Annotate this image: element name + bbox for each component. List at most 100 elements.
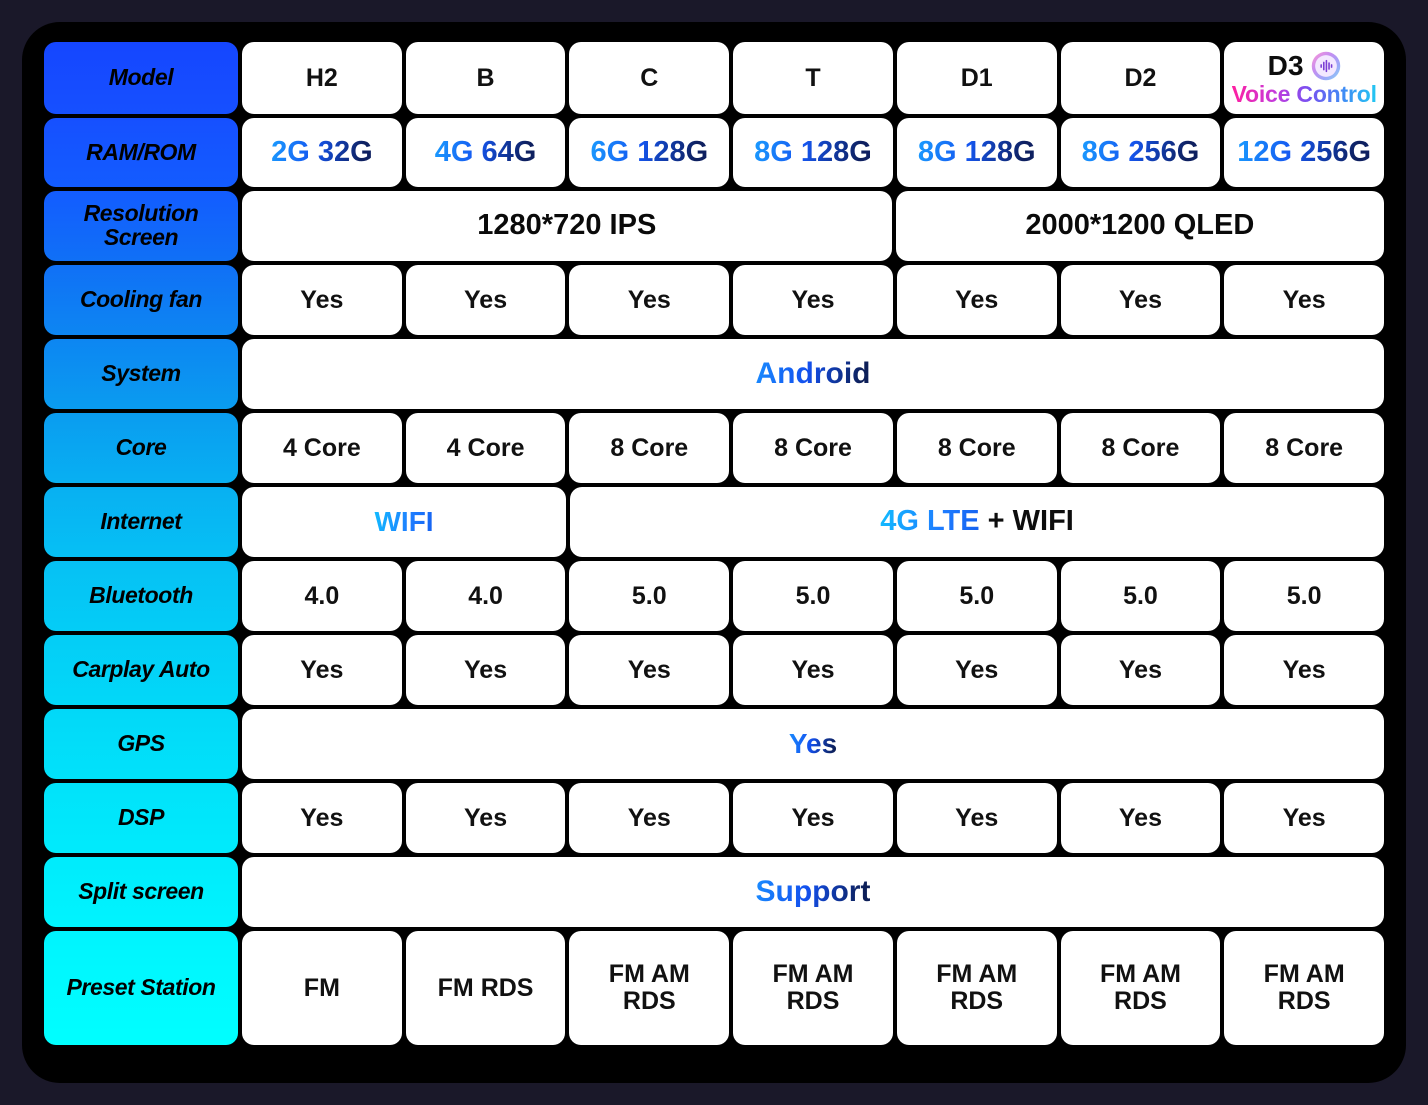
cell-ram-rom-4: 8G 128G xyxy=(896,118,1057,187)
cell-text: 5.0 xyxy=(795,581,831,610)
cell-cooling-fan-2: Yes xyxy=(569,265,730,335)
cell-text: Yes xyxy=(955,285,999,314)
cell-text: 8G 128G xyxy=(754,135,872,168)
cell-text: FM RDS xyxy=(437,973,534,1002)
cell-text: 2G 32G xyxy=(271,135,373,168)
cell-line-1: FM AM xyxy=(936,960,1018,988)
cell-text: 4 Core xyxy=(446,433,525,462)
cell-internet-1: 4G LTE + WIFI xyxy=(570,487,1384,557)
table-row: Preset Station FM FM RDS FM AM RDS FM AM RDS FM… xyxy=(44,931,1385,1045)
table-row: RAM/ROM 2G 32G 4G 64G 6G 128G 8G 128G 8G 128G… xyxy=(44,118,1385,187)
cell-text: Yes xyxy=(1118,803,1162,832)
cell-text: T xyxy=(805,63,821,92)
row-label-resolution-screen: Resolution Screen xyxy=(44,191,238,261)
cell-text: B xyxy=(476,63,495,92)
cell-dsp-2: Yes xyxy=(569,783,730,853)
cell-cooling-fan-0: Yes xyxy=(242,265,402,335)
cell-text: 5.0 xyxy=(631,581,667,610)
row-label-system: System xyxy=(44,339,238,409)
cell-multiline: FM AM RDS xyxy=(936,961,1017,1015)
voice-icon-wrapper xyxy=(1311,51,1341,81)
cell-line-1: FM AM xyxy=(608,960,690,988)
cell-carplay-auto-3: Yes xyxy=(733,635,893,705)
table-row: Bluetooth 4.0 4.0 5.0 5.0 5.0 5.0 5.0 xyxy=(44,561,1385,631)
cell-bluetooth-4: 5.0 xyxy=(896,561,1057,631)
cell-text: 8 Core xyxy=(1265,433,1344,462)
cell-text: Android xyxy=(755,356,871,390)
cell-text: Yes xyxy=(791,285,835,314)
cell-text: Yes xyxy=(1282,285,1326,314)
table-row: Resolution Screen 1280*720 IPS 2000*1200 QL… xyxy=(44,191,1384,261)
cell-ram-rom-1: 4G 64G xyxy=(405,118,566,187)
cell-text: Yes xyxy=(627,803,671,832)
cell-preset-station-4: FM AM RDS xyxy=(896,931,1057,1045)
cell-ram-rom-6: 12G 256G xyxy=(1224,118,1385,187)
table-row: Core 4 Core 4 Core 8 Core 8 Core 8 Core 8 Core… xyxy=(44,413,1385,483)
cell-line-2: RDS xyxy=(1114,987,1167,1015)
cell-cooling-fan-5: Yes xyxy=(1060,265,1221,335)
cell-text: 12G 256G xyxy=(1237,135,1372,168)
cell-ram-rom-0: 2G 32G xyxy=(242,118,402,187)
row-label-carplay-auto: Carplay Auto xyxy=(44,635,238,705)
cell-text: 5.0 xyxy=(959,581,995,610)
cell-cooling-fan-4: Yes xyxy=(896,265,1057,335)
table-row: Cooling fan Yes Yes Yes Yes Yes Yes Yes xyxy=(44,265,1385,335)
cell-dsp-3: Yes xyxy=(733,783,893,853)
cell-multiline: FM AM RDS xyxy=(773,961,854,1015)
cell-multiline: FM AM RDS xyxy=(1264,961,1345,1015)
cell-line-2: RDS xyxy=(622,987,676,1015)
cell-text: FM xyxy=(303,973,340,1002)
cell-line-2: RDS xyxy=(786,987,840,1015)
cell-text: Yes xyxy=(955,803,999,832)
row-label-line-1: Resolution xyxy=(83,200,199,227)
cell-cooling-fan-3: Yes xyxy=(733,265,893,335)
cell-core-0: 4 Core xyxy=(242,413,402,483)
cell-line-2: RDS xyxy=(950,987,1004,1015)
cell-core-2: 8 Core xyxy=(569,413,730,483)
d3-model-label: D3 xyxy=(1267,50,1304,82)
spec-comparison-board: Model H2 B C T D1 D2 D3 Voice Control RAM/ROM 2G 3… xyxy=(22,22,1406,1083)
cell-text: Yes xyxy=(1282,803,1326,832)
cell-text: 5.0 xyxy=(1286,581,1322,610)
cell-text: 8 Core xyxy=(937,433,1016,462)
cell-line-1: FM AM xyxy=(772,960,854,988)
cell-text: Yes xyxy=(464,655,508,684)
cell-carplay-auto-2: Yes xyxy=(569,635,730,705)
cell-ram-rom-2: 6G 128G xyxy=(569,118,730,187)
cell-resolution-screen-0: 1280*720 IPS xyxy=(242,191,892,261)
cell-carplay-auto-6: Yes xyxy=(1224,635,1385,705)
cell-text: WIFI xyxy=(374,505,434,537)
cell-bluetooth-6: 5.0 xyxy=(1224,561,1385,631)
cell-model-6: D3 Voice Control xyxy=(1224,42,1385,114)
row-label-dsp: DSP xyxy=(44,783,238,853)
cell-core-5: 8 Core xyxy=(1060,413,1221,483)
cell-text: Yes xyxy=(955,655,999,684)
voice-control-label: Voice Control xyxy=(1231,80,1377,107)
cell-text: Yes xyxy=(300,655,344,684)
cell-preset-station-2: FM AM RDS xyxy=(569,931,730,1045)
cell-system-0: Android xyxy=(242,339,1384,409)
cell-text: 8 Core xyxy=(610,433,689,462)
cell-split-screen-0: Support xyxy=(242,857,1384,927)
cell-line-1: FM AM xyxy=(1263,960,1345,988)
cell-bluetooth-0: 4.0 xyxy=(242,561,402,631)
row-label-core: Core xyxy=(44,413,238,483)
cell-text: Yes xyxy=(1118,655,1162,684)
table-row: Model H2 B C T D1 D2 D3 Voice Control xyxy=(44,42,1385,114)
cell-model-5: D2 xyxy=(1060,42,1221,114)
cell-mixed-text: 4G LTE + WIFI xyxy=(880,506,1074,537)
cell-ram-rom-5: 8G 256G xyxy=(1060,118,1221,187)
cell-model-3: T xyxy=(733,42,893,114)
spec-comparison-table: Model H2 B C T D1 D2 D3 Voice Control RAM/ROM 2G 3… xyxy=(44,42,1385,1063)
d3-model-header: D3 xyxy=(1268,51,1341,81)
cell-text: 4 Core xyxy=(282,433,361,462)
cell-cooling-fan-6: Yes xyxy=(1224,265,1385,335)
cell-preset-station-1: FM RDS xyxy=(405,931,566,1045)
cell-text: 8 Core xyxy=(1101,433,1180,462)
cell-text: Yes xyxy=(464,285,508,314)
row-label-cooling-fan: Cooling fan xyxy=(44,265,238,335)
row-label-ram-rom: RAM/ROM xyxy=(44,118,238,187)
cell-text: 2000*1200 QLED xyxy=(1025,209,1255,242)
cell-core-3: 8 Core xyxy=(733,413,893,483)
cell-dsp-5: Yes xyxy=(1060,783,1221,853)
